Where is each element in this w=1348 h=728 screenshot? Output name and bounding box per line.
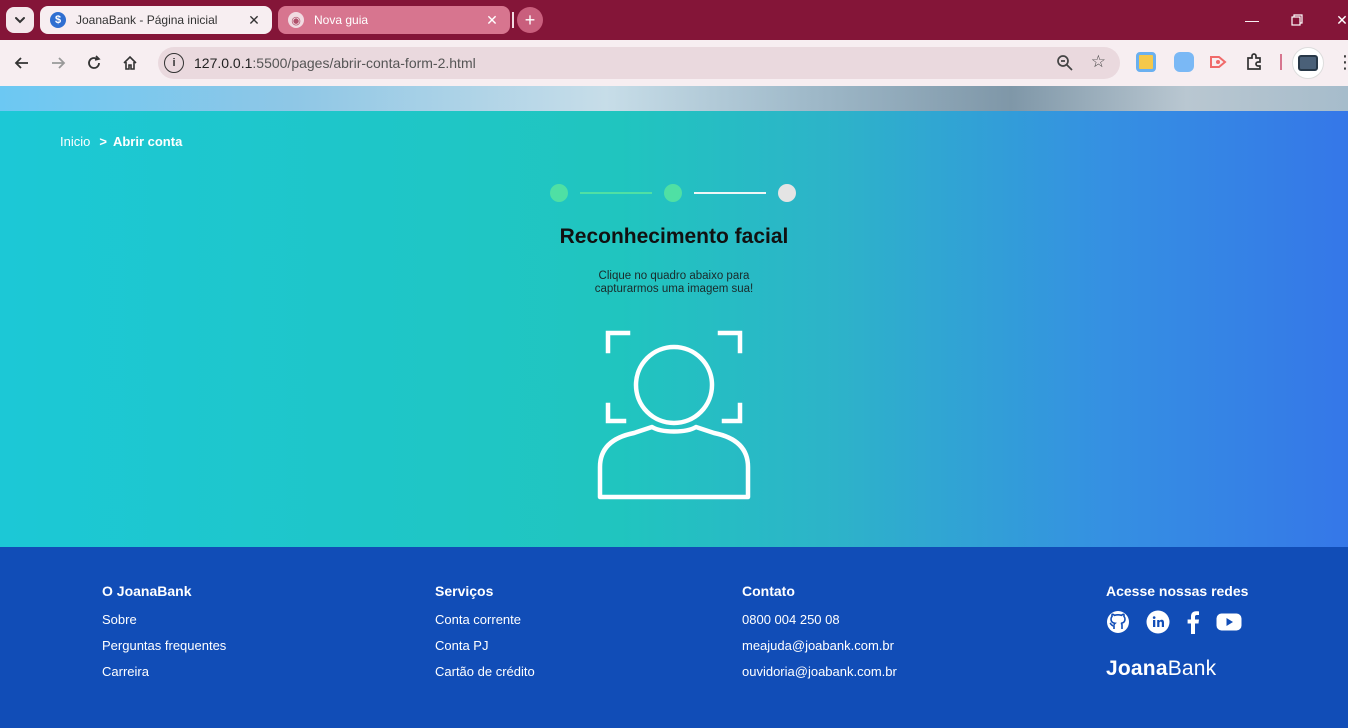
footer-col-servicos: Serviços Conta corrente Conta PJ Cartão … xyxy=(435,583,535,690)
extension-2-icon[interactable] xyxy=(1174,52,1194,72)
back-icon[interactable] xyxy=(10,51,34,75)
footer-col-contato: Contato 0800 004 250 08 meajuda@joabank.… xyxy=(742,583,897,690)
dollar-favicon-icon: $ xyxy=(50,12,66,28)
hero-image-strip xyxy=(0,86,1348,111)
instruction-line-2: capturarmos uma imagem sua! xyxy=(594,282,754,295)
github-icon[interactable] xyxy=(1106,610,1130,634)
extension-1-icon[interactable] xyxy=(1136,52,1156,72)
profile-avatar[interactable] xyxy=(1292,47,1324,79)
profile-avatar-icon xyxy=(1298,55,1318,71)
new-tab-button[interactable]: + xyxy=(517,7,543,33)
footer-link-sobre[interactable]: Sobre xyxy=(102,612,226,627)
tab-nova-guia[interactable]: ◉ Nova guia ✕ xyxy=(278,6,510,34)
zoom-icon[interactable] xyxy=(1056,54,1074,72)
tab-separator xyxy=(512,12,514,28)
footer-heading: O JoanaBank xyxy=(102,583,192,599)
site-info-icon[interactable]: i xyxy=(164,53,184,73)
instruction-line-1: Clique no quadro abaixo para xyxy=(598,270,750,282)
forward-icon[interactable] xyxy=(46,51,70,75)
browser-toolbar: i 127.0.0.1:5500/pages/abrir-conta-form-… xyxy=(0,40,1348,86)
breadcrumb-home-link[interactable]: Inicio xyxy=(60,134,90,149)
footer-link-carreira[interactable]: Carreira xyxy=(102,664,226,679)
toolbar-separator xyxy=(1280,54,1282,70)
extension-3-icon[interactable] xyxy=(1208,52,1228,72)
linkedin-icon[interactable] xyxy=(1146,610,1170,634)
facebook-icon[interactable] xyxy=(1186,610,1200,634)
footer-col-redes: Acesse nossas redes JoanaBank xyxy=(1106,583,1248,681)
progress-connector-2 xyxy=(694,192,766,194)
home-icon[interactable] xyxy=(118,51,142,75)
minimize-icon[interactable]: — xyxy=(1242,10,1262,30)
footer-heading: Acesse nossas redes xyxy=(1106,583,1249,599)
footer-phone[interactable]: 0800 004 250 08 xyxy=(742,612,897,627)
tab-title: Nova guia xyxy=(314,13,369,27)
face-recognition-icon xyxy=(597,330,751,500)
footer-heading: Contato xyxy=(742,583,795,599)
footer-link-perguntas[interactable]: Perguntas frequentes xyxy=(102,638,226,653)
browser-menu-icon[interactable]: ⋮ xyxy=(1336,52,1348,72)
progress-step-2 xyxy=(664,184,682,202)
address-bar[interactable]: i 127.0.0.1:5500/pages/abrir-conta-form-… xyxy=(158,47,1120,79)
footer: O JoanaBank Sobre Perguntas frequentes C… xyxy=(0,547,1348,728)
browser-tab-bar: $ JoanaBank - Página inicial ✕ ◉ Nova gu… xyxy=(0,0,1348,40)
tab-search-button[interactable] xyxy=(6,7,34,33)
footer-link-conta-corrente[interactable]: Conta corrente xyxy=(435,612,535,627)
footer-col-joanabank: O JoanaBank Sobre Perguntas frequentes C… xyxy=(102,583,226,690)
joanabank-logo: JoanaBank xyxy=(1106,657,1217,680)
footer-email-ouvidoria[interactable]: ouvidoria@joabank.com.br xyxy=(742,664,897,679)
page-title: Reconhecimento facial xyxy=(559,225,789,248)
footer-link-conta-pj[interactable]: Conta PJ xyxy=(435,638,535,653)
footer-email-meajuda[interactable]: meajuda@joabank.com.br xyxy=(742,638,897,653)
tab-close-icon[interactable]: ✕ xyxy=(484,12,500,28)
chevron-down-icon xyxy=(15,17,25,24)
face-capture-frame[interactable] xyxy=(594,329,754,501)
footer-link-cartao[interactable]: Cartão de crédito xyxy=(435,664,535,679)
social-icons xyxy=(1106,610,1248,634)
instruction-text: Clique no quadro abaixo para capturarmos… xyxy=(574,270,774,295)
progress-steps xyxy=(550,183,800,203)
reload-icon[interactable] xyxy=(82,51,106,75)
chrome-favicon-icon: ◉ xyxy=(288,12,304,28)
breadcrumb: Inicio > Abrir conta xyxy=(60,134,182,149)
tab-title: JoanaBank - Página inicial xyxy=(76,13,218,27)
url-text: 127.0.0.1:5500/pages/abrir-conta-form-2.… xyxy=(194,55,476,71)
progress-connector-1 xyxy=(580,192,652,194)
footer-heading: Serviços xyxy=(435,583,494,599)
close-window-icon[interactable]: ✕ xyxy=(1332,10,1348,30)
extensions-puzzle-icon[interactable] xyxy=(1244,52,1264,72)
progress-step-3 xyxy=(778,184,796,202)
tab-close-icon[interactable]: ✕ xyxy=(246,12,262,28)
main-section: Inicio > Abrir conta Reconhecimento facial… xyxy=(0,111,1348,547)
breadcrumb-current: Abrir conta xyxy=(112,134,183,149)
restore-icon[interactable] xyxy=(1287,10,1307,30)
breadcrumb-separator: > xyxy=(99,134,107,149)
youtube-icon[interactable] xyxy=(1216,612,1242,632)
tab-joanabank[interactable]: $ JoanaBank - Página inicial ✕ xyxy=(40,6,272,34)
progress-step-1 xyxy=(550,184,568,202)
bookmark-star-icon[interactable]: ☆ xyxy=(1091,52,1106,72)
